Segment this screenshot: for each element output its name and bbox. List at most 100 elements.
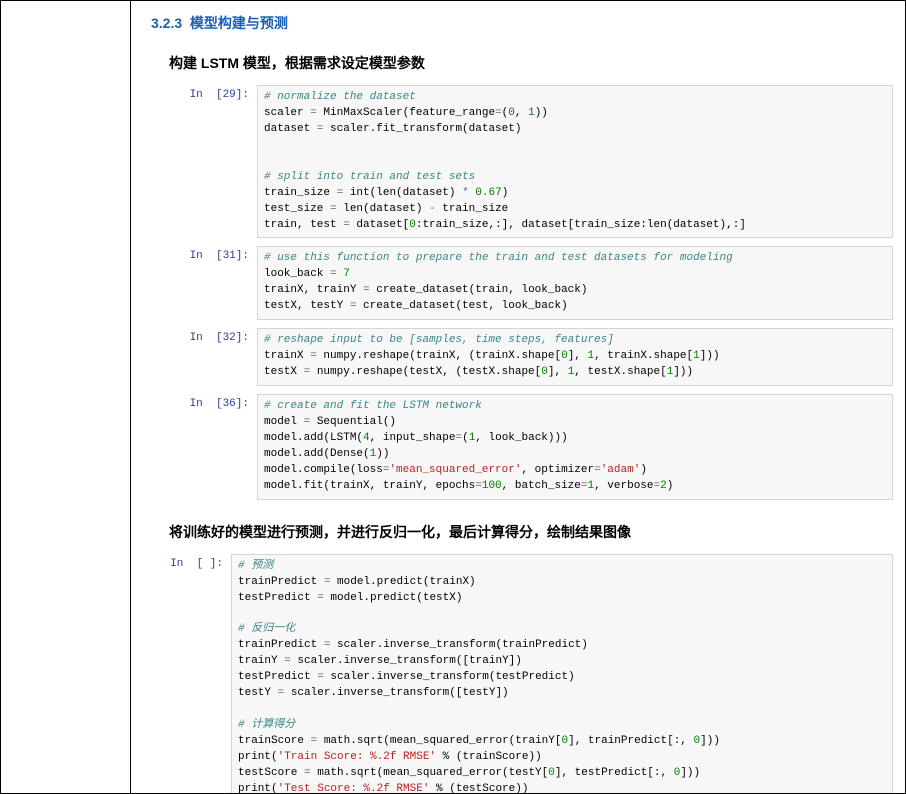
op-eq: = bbox=[594, 464, 601, 476]
code-text: ])) bbox=[700, 735, 720, 747]
code-text: len(dataset) bbox=[337, 203, 429, 215]
code-box[interactable]: # reshape input to be [samples, time ste… bbox=[257, 328, 893, 386]
code-text: ], bbox=[568, 350, 588, 362]
cells-group-1: In [29]: # normalize the dataset scaler … bbox=[131, 85, 905, 500]
code-text: ( bbox=[462, 432, 469, 444]
str: 'adam' bbox=[601, 464, 641, 476]
op-mul: * bbox=[462, 187, 469, 199]
num: 0 bbox=[541, 366, 548, 378]
code-text: , optimizer bbox=[521, 464, 594, 476]
code-text: ])) bbox=[700, 350, 720, 362]
code-text: )) bbox=[535, 107, 548, 119]
code-text: , verbose bbox=[594, 480, 653, 492]
code-text: int(len(dataset) bbox=[343, 187, 462, 199]
cell-prompt: In [31]: bbox=[169, 246, 257, 262]
comment: # 计算得分 bbox=[238, 719, 295, 731]
code-text: model.add(LSTM( bbox=[264, 432, 363, 444]
comment: # use this function to prepare the train… bbox=[264, 252, 733, 264]
code-text: math.sqrt(mean_squared_error(testY[ bbox=[311, 767, 549, 779]
cell-prompt: In [29]: bbox=[169, 85, 257, 101]
op-eq: = bbox=[495, 107, 502, 119]
subheading-1: 构建 LSTM 模型，根据需求设定模型参数 bbox=[131, 39, 905, 85]
op-minus: - bbox=[429, 203, 436, 215]
code-text: trainX bbox=[264, 350, 310, 362]
subheading-2: 将训练好的模型进行预测，并进行反归一化，最后计算得分，绘制结果图像 bbox=[131, 508, 905, 554]
right-column: 3.2.3 模型构建与预测 构建 LSTM 模型，根据需求设定模型参数 In [… bbox=[131, 1, 905, 793]
num: 1 bbox=[528, 107, 535, 119]
code-box[interactable]: # use this function to prepare the train… bbox=[257, 246, 893, 320]
op-eq: = bbox=[304, 767, 311, 779]
code-text: ], testPredict[:, bbox=[555, 767, 674, 779]
op-eq: = bbox=[310, 107, 317, 119]
code-text: ])) bbox=[673, 366, 693, 378]
code-text: % (trainScore)) bbox=[436, 751, 542, 763]
code-text: , look_back))) bbox=[475, 432, 567, 444]
code-text: testY bbox=[238, 687, 278, 699]
num: 0 bbox=[508, 107, 515, 119]
code-text: MinMaxScaler(feature_range bbox=[317, 107, 495, 119]
num: 0 bbox=[561, 350, 568, 362]
op-eq: = bbox=[310, 350, 317, 362]
num: 0 bbox=[548, 767, 555, 779]
code-text: trainScore bbox=[238, 735, 311, 747]
code-text: numpy.reshape(trainX, (trainX.shape[ bbox=[317, 350, 561, 362]
code-text: trainPredict bbox=[238, 639, 324, 651]
num: 7 bbox=[343, 268, 350, 280]
code-text: dataset[ bbox=[350, 219, 409, 231]
code-cell-31: In [31]: # use this function to prepare … bbox=[169, 246, 893, 320]
code-text: testScore bbox=[238, 767, 304, 779]
code-text: , trainX.shape[ bbox=[594, 350, 693, 362]
comment: # create and fit the LSTM network bbox=[264, 400, 482, 412]
code-box[interactable]: # normalize the dataset scaler = MinMaxS… bbox=[257, 85, 893, 238]
code-text: ) bbox=[640, 464, 647, 476]
section-number: 3.2.3 bbox=[151, 15, 182, 31]
code-text: math.sqrt(mean_squared_error(trainY[ bbox=[317, 735, 561, 747]
page-frame: 3.2.3 模型构建与预测 构建 LSTM 模型，根据需求设定模型参数 In [… bbox=[0, 0, 906, 794]
op-eq: = bbox=[330, 268, 337, 280]
code-text: train, test bbox=[264, 219, 343, 231]
code-cell-empty: In [ ]: # 预测 trainPredict = model.predic… bbox=[143, 554, 893, 794]
num: 4 bbox=[363, 432, 370, 444]
comment: # normalize the dataset bbox=[264, 91, 416, 103]
code-text: ])) bbox=[680, 767, 700, 779]
code-text: model.compile(loss bbox=[264, 464, 383, 476]
code-text: model.fit(trainX, trainY, epochs bbox=[264, 480, 475, 492]
code-text: model bbox=[264, 416, 304, 428]
code-text: model.predict(trainX) bbox=[330, 576, 475, 588]
section-heading: 3.2.3 模型构建与预测 bbox=[131, 1, 905, 39]
code-text: model.predict(testX) bbox=[324, 592, 463, 604]
num: 2 bbox=[660, 480, 667, 492]
cells-group-2: In [ ]: # 预测 trainPredict = model.predic… bbox=[131, 554, 905, 794]
code-text: % (testScore)) bbox=[429, 783, 528, 794]
str: 'mean_squared_error' bbox=[389, 464, 521, 476]
code-text: scaler.inverse_transform(trainPredict) bbox=[330, 639, 587, 651]
code-text: testPredict bbox=[238, 592, 317, 604]
section-title: 模型构建与预测 bbox=[190, 15, 288, 31]
op-eq: = bbox=[475, 480, 482, 492]
code-text: trainX, trainY bbox=[264, 284, 363, 296]
inner-split: 3.2.3 模型构建与预测 构建 LSTM 模型，根据需求设定模型参数 In [… bbox=[1, 1, 905, 793]
code-cell-29: In [29]: # normalize the dataset scaler … bbox=[169, 85, 893, 238]
num: 0 bbox=[409, 219, 416, 231]
code-text: model.add(Dense( bbox=[264, 448, 370, 460]
code-text: look_back bbox=[264, 268, 330, 280]
code-text: scaler.fit_transform(dataset) bbox=[323, 123, 521, 135]
str: 'Train Score: %.2f RMSE' bbox=[278, 751, 436, 763]
code-text: scaler.inverse_transform(testPredict) bbox=[324, 671, 575, 683]
code-text: train_size bbox=[436, 203, 509, 215]
code-box[interactable]: # create and fit the LSTM network model … bbox=[257, 394, 893, 500]
op-eq: = bbox=[317, 592, 324, 604]
code-text: , bbox=[515, 107, 528, 119]
code-text: :train_size,:], dataset[train_size:len(d… bbox=[416, 219, 746, 231]
comment: # split into train and test sets bbox=[264, 171, 475, 183]
code-text: trainPredict bbox=[238, 576, 324, 588]
code-text: scaler bbox=[264, 107, 310, 119]
comment: # reshape input to be [samples, time ste… bbox=[264, 334, 614, 346]
op-eq: = bbox=[284, 655, 291, 667]
code-box[interactable]: # 预测 trainPredict = model.predict(trainX… bbox=[231, 554, 893, 794]
cell-prompt: In [32]: bbox=[169, 328, 257, 344]
code-text: print( bbox=[238, 751, 278, 763]
code-text: print( bbox=[238, 783, 278, 794]
op-eq: = bbox=[330, 203, 337, 215]
code-text: testPredict bbox=[238, 671, 317, 683]
